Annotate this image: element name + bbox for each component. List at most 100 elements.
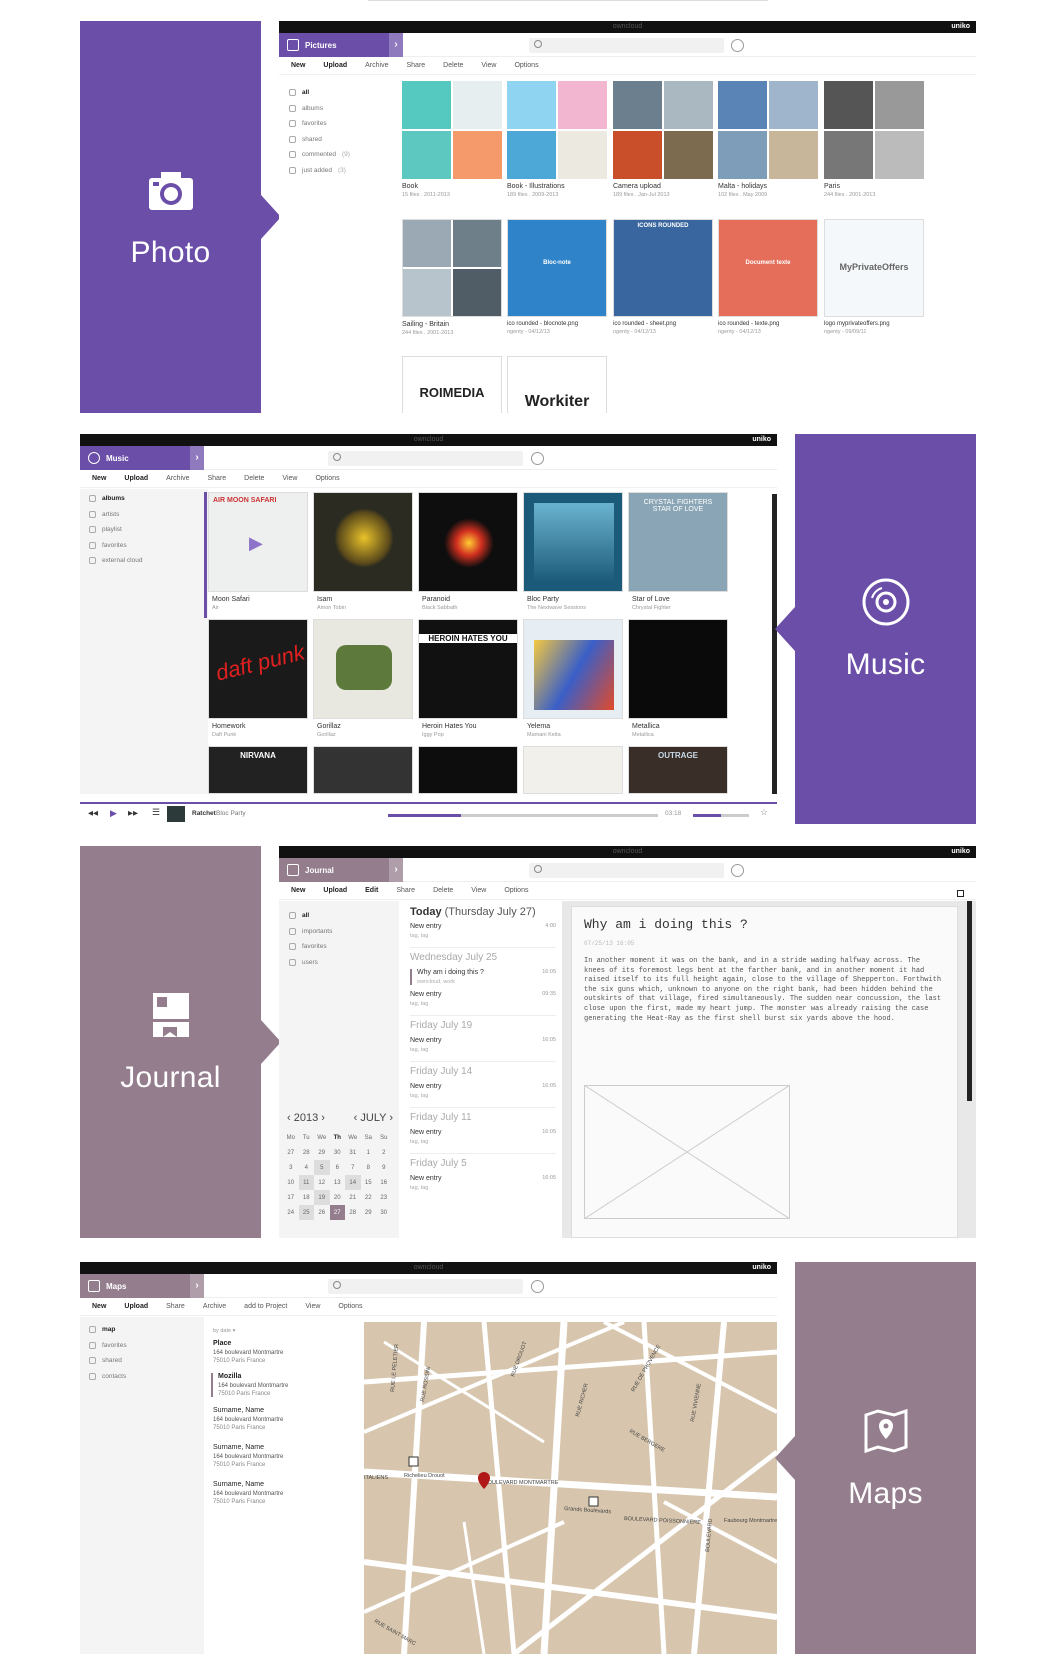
calendar-day[interactable]: 8	[361, 1160, 377, 1175]
search-input[interactable]	[529, 38, 724, 53]
toolbar-new-button[interactable]: New	[92, 475, 106, 482]
next-icon[interactable]: ▶▶	[128, 809, 138, 817]
journal-entry[interactable]: New entry tag, tag 16:05	[410, 1083, 556, 1099]
calendar-day[interactable]: 6	[330, 1160, 346, 1175]
contact-item[interactable]: Surname, Name 164 boulevard Montmartre 750…	[213, 1444, 353, 1468]
playlist-icon[interactable]: ☰	[152, 807, 160, 818]
album-thumbnail[interactable]	[402, 219, 502, 317]
document-body[interactable]: In another moment it was on the bank, an…	[584, 957, 945, 1024]
microphone-icon[interactable]	[731, 39, 744, 52]
toolbar-archive-button[interactable]: Archive	[365, 62, 388, 69]
calendar-day[interactable]: 30	[376, 1205, 392, 1220]
sidebar-item-commented[interactable]: commented (9)	[289, 147, 389, 163]
file-thumbnail[interactable]: ICONS ROUNDED	[613, 219, 713, 317]
contact-item[interactable]: Place 164 boulevard Montmartre 75010 Paris…	[213, 1340, 353, 1364]
sidebar-item-favorites[interactable]: favorites	[289, 116, 389, 132]
toolbar-share-button[interactable]: Share	[166, 1303, 185, 1310]
sidebar-item-users[interactable]: users	[289, 955, 389, 971]
journal-entry[interactable]: New entry tag, tag 4:00	[410, 923, 556, 939]
sidebar-item-all[interactable]: all	[289, 908, 389, 924]
sidebar-item-map[interactable]: map	[89, 1322, 199, 1338]
metro-station-icon[interactable]	[588, 1496, 599, 1507]
map-view[interactable]: BOULEVARD MONTMARTRE Richelieu Drouot Gran…	[364, 1322, 777, 1654]
contact-item[interactable]: Surname, Name 164 boulevard Montmartre 750…	[213, 1481, 353, 1505]
play-icon[interactable]: ▶	[110, 808, 117, 819]
sidebar-item-shared[interactable]: shared	[89, 1353, 199, 1369]
chevron-right-icon[interactable]: ›	[389, 33, 403, 57]
calendar-day[interactable]: 4	[299, 1160, 315, 1175]
month-selector[interactable]: ‹ JULY ›	[354, 1112, 393, 1124]
file-thumbnail[interactable]: MyPrivateOffers	[824, 219, 924, 317]
search-input[interactable]	[328, 1279, 523, 1294]
microphone-icon[interactable]	[731, 864, 744, 877]
file-thumbnail[interactable]: ROIMEDIA	[402, 356, 502, 413]
document-title[interactable]: Why am i doing this ?	[584, 917, 945, 932]
calendar-day[interactable]: 10	[283, 1175, 299, 1190]
sidebar-item-playlist[interactable]: playlist	[89, 522, 199, 538]
sidebar-item-albums[interactable]: albums	[89, 491, 199, 507]
calendar-day[interactable]: 28	[299, 1145, 315, 1160]
progress-slider[interactable]	[388, 814, 658, 817]
app-switcher[interactable]: Music ›	[80, 446, 204, 470]
toolbar-archive-button[interactable]: Archive	[166, 475, 189, 482]
sidebar-item-all[interactable]: all	[289, 85, 389, 101]
toolbar-options-button[interactable]: Options	[514, 62, 538, 69]
microphone-icon[interactable]	[531, 1280, 544, 1293]
contact-item[interactable]: Mozilla 164 boulevard Montmartre 75010 Par…	[211, 1373, 351, 1397]
toolbar-delete-button[interactable]: Delete	[443, 62, 463, 69]
app-switcher[interactable]: Pictures ›	[279, 33, 403, 57]
toolbar-edit-button[interactable]: Edit	[365, 887, 378, 894]
calendar-day[interactable]: 29	[314, 1145, 330, 1160]
calendar-day[interactable]: 9	[376, 1160, 392, 1175]
calendar-day[interactable]: 13	[330, 1175, 346, 1190]
calendar-day[interactable]: 23	[376, 1190, 392, 1205]
calendar-day[interactable]: 19	[314, 1190, 330, 1205]
calendar-day[interactable]: 2	[376, 1145, 392, 1160]
album-cover[interactable]	[523, 619, 623, 719]
chevron-right-icon[interactable]: ›	[190, 1274, 204, 1298]
calendar-day[interactable]: 30	[330, 1145, 346, 1160]
toolbar-upload-button[interactable]: Upload	[323, 887, 347, 894]
toolbar-options-button[interactable]: Options	[338, 1303, 362, 1310]
map-pin-icon[interactable]	[478, 1472, 490, 1489]
calendar-day[interactable]: 5	[314, 1160, 330, 1175]
album-thumbnail[interactable]	[824, 81, 924, 179]
toolbar-options-button[interactable]: Options	[504, 887, 528, 894]
album-cover[interactable]	[313, 492, 413, 592]
album-cover[interactable]	[313, 619, 413, 719]
journal-entry[interactable]: New entry tag, tag 09:35	[410, 991, 556, 1007]
star-icon[interactable]: ☆	[760, 807, 768, 818]
user-menu[interactable]: uniko	[752, 436, 771, 443]
chevron-right-icon[interactable]: ›	[190, 446, 204, 470]
sidebar-item-shared[interactable]: shared	[289, 132, 389, 148]
calendar-day[interactable]: 21	[345, 1190, 361, 1205]
previous-icon[interactable]: ◀◀	[88, 809, 98, 817]
calendar-day[interactable]: 31	[345, 1145, 361, 1160]
sidebar-item-contacts[interactable]: contacts	[89, 1369, 199, 1385]
calendar-day[interactable]: 29	[361, 1205, 377, 1220]
calendar-day[interactable]: 16	[376, 1175, 392, 1190]
app-switcher[interactable]: Journal ›	[279, 858, 403, 882]
sidebar-item-external-cloud[interactable]: external cloud	[89, 553, 199, 569]
calendar-day[interactable]: 24	[283, 1205, 299, 1220]
calendar-day[interactable]: 28	[345, 1205, 361, 1220]
toolbar-view-button[interactable]: View	[471, 887, 486, 894]
user-menu[interactable]: uniko	[951, 23, 970, 30]
album-cover[interactable]: OUTRAGE	[628, 746, 728, 794]
album-cover[interactable]	[313, 746, 413, 794]
chevron-right-icon[interactable]: ›	[389, 858, 403, 882]
album-cover[interactable]: daft punk	[208, 619, 308, 719]
play-overlay-icon[interactable]: ▶	[249, 533, 263, 554]
app-switcher[interactable]: Maps ›	[80, 1274, 204, 1298]
journal-entry[interactable]: New entry tag, tag 16:05	[410, 1037, 556, 1053]
sidebar-item-favorites[interactable]: favorites	[89, 538, 199, 554]
sidebar-item-just-added[interactable]: just added (3)	[289, 163, 389, 179]
file-thumbnail[interactable]: Workiter	[507, 356, 607, 413]
calendar-day[interactable]: 22	[361, 1190, 377, 1205]
microphone-icon[interactable]	[531, 452, 544, 465]
sidebar-item-albums[interactable]: albums	[289, 101, 389, 117]
toolbar-options-button[interactable]: Options	[315, 475, 339, 482]
toolbar-upload-button[interactable]: Upload	[124, 475, 148, 482]
calendar-day[interactable]: 20	[330, 1190, 346, 1205]
album-thumbnail[interactable]	[718, 81, 818, 179]
